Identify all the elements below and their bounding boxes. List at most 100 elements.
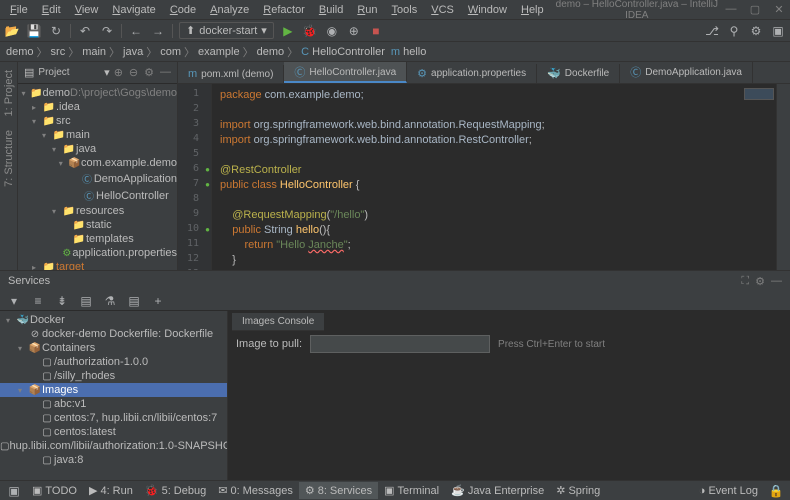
filter-icon[interactable]: ▾ — [6, 293, 22, 309]
expand-all-icon[interactable]: ≡ — [30, 293, 46, 309]
crumb[interactable]: java — [123, 46, 143, 58]
tree-node[interactable]: 📁templates — [18, 232, 177, 246]
maximize-button[interactable]: ▢ — [748, 3, 762, 16]
tree-node[interactable]: ▸📁target — [18, 260, 177, 270]
tree-node[interactable]: ▸📁.idea — [18, 100, 177, 114]
profile-icon[interactable]: ⊕ — [346, 23, 362, 39]
crumb-file[interactable]: m hello — [391, 46, 426, 58]
open-icon[interactable]: 📂 — [4, 23, 20, 39]
services-tree-node[interactable]: ▾📦Images — [0, 383, 227, 397]
tree-node[interactable]: ▾📁java — [18, 142, 177, 156]
hide-icon[interactable]: — — [160, 66, 171, 79]
status-item[interactable]: ⚙8: Services — [299, 482, 378, 499]
error-stripe[interactable] — [776, 84, 790, 270]
gutter-mark-icon[interactable]: ● — [202, 165, 210, 173]
menu-view[interactable]: View — [69, 2, 105, 18]
code-line[interactable] — [220, 193, 768, 208]
event-log[interactable]: ◑ Event Log — [693, 483, 764, 499]
view-icon[interactable]: ▤ — [126, 293, 142, 309]
code-line[interactable] — [220, 103, 768, 118]
tree-node[interactable]: ▾📦com.example.demo — [18, 156, 177, 170]
group-icon[interactable]: ▤ — [78, 293, 94, 309]
editor-tab[interactable]: 🐳Dockerfile — [537, 64, 620, 83]
services-tree-node[interactable]: ▢centos:latest — [0, 425, 227, 439]
git-icon[interactable]: ⎇ — [704, 23, 720, 39]
status-menu-icon[interactable]: ▣ — [6, 483, 22, 499]
services-title[interactable]: Services — [8, 275, 50, 287]
images-console-tab[interactable]: Images Console — [232, 313, 324, 331]
code-area[interactable]: package com.example.demo; import org.spri… — [212, 84, 776, 270]
crumb[interactable]: example — [198, 46, 240, 58]
services-tree-node[interactable]: ▢/authorization-1.0.0 — [0, 355, 227, 369]
search-icon[interactable]: ⚲ — [726, 23, 742, 39]
expand-icon[interactable]: ⛶ — [741, 275, 749, 288]
tree-node[interactable]: ⒸDemoApplication — [18, 170, 177, 187]
status-item[interactable]: 🐞5: Debug — [139, 482, 212, 499]
editor-tab[interactable]: ⒸHelloController.java — [284, 62, 407, 83]
menu-help[interactable]: Help — [515, 2, 550, 18]
services-tree-node[interactable]: ▢/silly_rhodes — [0, 369, 227, 383]
close-button[interactable]: ✕ — [772, 3, 786, 16]
stop-icon[interactable]: ■ — [368, 23, 384, 39]
project-panel-title[interactable]: Project — [38, 67, 100, 78]
services-tree-node[interactable]: ⊘docker-demo Dockerfile: Dockerfile — [0, 327, 227, 341]
services-tree-node[interactable]: ▢centos:7, hup.libii.cn/libii/centos:7 — [0, 411, 227, 425]
gear-icon[interactable]: ⚙ — [755, 275, 765, 288]
gutter-structure[interactable]: 7: Structure — [1, 128, 17, 189]
menu-tools[interactable]: Tools — [386, 2, 424, 18]
forward-icon[interactable]: → — [150, 23, 166, 39]
menu-navigate[interactable]: Navigate — [106, 2, 161, 18]
gutter-mark-icon[interactable]: ● — [202, 180, 210, 188]
menu-edit[interactable]: Edit — [36, 2, 67, 18]
services-tree-node[interactable]: ▢hup.libii.com/libii/authorization:1.0-S… — [0, 439, 227, 453]
settings-icon[interactable]: ⚙ — [748, 23, 764, 39]
code-line[interactable]: @RestController — [220, 163, 768, 178]
crumb[interactable]: src — [51, 46, 66, 58]
crumb[interactable]: demo — [6, 46, 34, 58]
tree-node[interactable]: ▾📁demo D:\project\Gogs\demo — [18, 86, 177, 100]
minimize-button[interactable]: — — [724, 3, 738, 16]
services-tree-node[interactable]: ▾🐳Docker — [0, 313, 227, 327]
minimap[interactable] — [744, 88, 774, 100]
menu-file[interactable]: File — [4, 2, 34, 18]
crumb[interactable]: com — [160, 46, 181, 58]
code-line[interactable]: package com.example.demo; — [220, 88, 768, 103]
crumb[interactable]: demo — [257, 46, 285, 58]
editor-tab[interactable]: ⒸDemoApplication.java — [620, 62, 753, 83]
crumb[interactable]: main — [82, 46, 106, 58]
locate-icon[interactable]: ⊖ — [129, 66, 138, 79]
menu-refactor[interactable]: Refactor — [257, 2, 311, 18]
run-config-selector[interactable]: ⬆ docker-start ▾ — [179, 22, 274, 39]
hide-icon[interactable]: — — [771, 275, 782, 288]
coverage-icon[interactable]: ◉ — [324, 23, 340, 39]
code-line[interactable]: @RequestMapping("/hello") — [220, 208, 768, 223]
crumb-file[interactable]: C HelloController — [301, 46, 385, 58]
image-pull-input[interactable] — [310, 335, 490, 353]
tree-node[interactable]: ▾📁main — [18, 128, 177, 142]
project-tree[interactable]: ▾📁demo D:\project\Gogs\demo▸📁.idea▾📁src▾… — [18, 84, 177, 270]
run-icon[interactable]: ▶ — [280, 23, 296, 39]
refresh-icon[interactable]: ↻ — [48, 23, 64, 39]
debug-icon[interactable]: 🐞 — [302, 23, 318, 39]
status-item[interactable]: ▣Terminal — [378, 482, 445, 499]
collapse-icon[interactable]: ⊕ — [114, 66, 123, 79]
services-tree-node[interactable]: ▾📦Containers — [0, 341, 227, 355]
add-icon[interactable]: + — [150, 293, 166, 309]
menu-window[interactable]: Window — [462, 2, 513, 18]
services-tree-node[interactable]: ▢abc:v1 — [0, 397, 227, 411]
status-item[interactable]: ▣TODO — [26, 482, 83, 499]
menu-build[interactable]: Build — [313, 2, 349, 18]
editor-tab[interactable]: mpom.xml (demo) — [178, 65, 284, 83]
redo-icon[interactable]: ↷ — [99, 23, 115, 39]
status-item[interactable]: ▶4: Run — [83, 482, 139, 499]
status-item[interactable]: ☕Java Enterprise — [445, 482, 550, 499]
filter2-icon[interactable]: ⚗ — [102, 293, 118, 309]
code-line[interactable] — [220, 268, 768, 270]
code-line[interactable]: import org.springframework.web.bind.anno… — [220, 118, 768, 133]
menu-vcs[interactable]: VCS — [425, 2, 460, 18]
services-tree-node[interactable]: ▢java:8 — [0, 453, 227, 467]
menu-code[interactable]: Code — [164, 2, 202, 18]
undo-icon[interactable]: ↶ — [77, 23, 93, 39]
tree-node[interactable]: 📁static — [18, 218, 177, 232]
menu-run[interactable]: Run — [351, 2, 383, 18]
